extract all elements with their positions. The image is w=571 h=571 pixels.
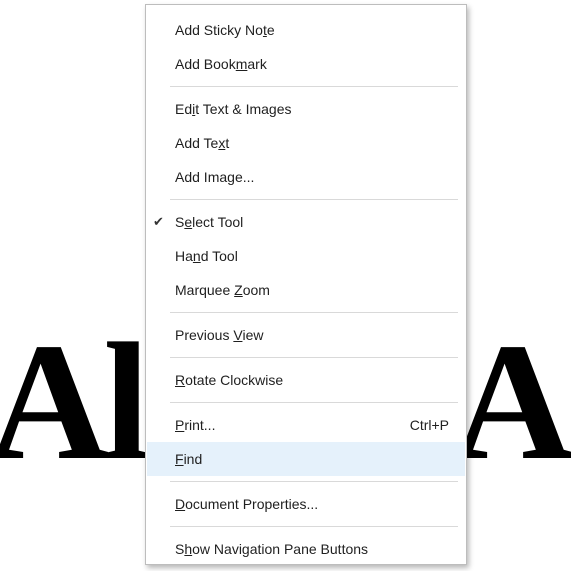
menu-item-label: Hand Tool (175, 248, 238, 264)
menu-item-label-text: iew (242, 327, 264, 343)
menu-item-previous-view[interactable]: Previous View (147, 318, 465, 352)
menu-item-label: Add Image... (175, 169, 254, 185)
menu-item-label-text: ind (183, 451, 203, 467)
menu-item-rotate-clockwise[interactable]: Rotate Clockwise (147, 363, 465, 397)
keyboard-shortcut: Ctrl+P (409, 417, 449, 433)
menu-item-label-text: ocument Properties... (185, 496, 319, 512)
menu-item-add-sticky-note[interactable]: Add Sticky Note (147, 13, 465, 47)
menu-item-label-text: d Tool (200, 248, 238, 264)
menu-separator (170, 312, 458, 313)
menu-item-label-text: Add Te (175, 135, 219, 151)
menu-item-label-text: Add Ima (175, 169, 228, 185)
menu-item-select-tool[interactable]: ✔ Select Tool (147, 205, 465, 239)
access-key: R (175, 372, 186, 388)
menu-item-label-text: rint... (184, 417, 216, 433)
menu-separator (170, 402, 458, 403)
menu-item-find[interactable]: Find (147, 442, 465, 476)
menu-item-label-text: S (175, 541, 185, 557)
menu-item-print[interactable]: Print... Ctrl+P (147, 408, 465, 442)
menu-item-marquee-zoom[interactable]: Marquee Zoom (147, 273, 465, 307)
menu-item-label-text: Add Sticky No (175, 22, 263, 38)
menu-item-label: Rotate Clockwise (175, 372, 283, 388)
menu-item-label: Select Tool (175, 214, 243, 230)
menu-item-label: Print... (175, 417, 215, 433)
menu-item-label-text: e (266, 22, 275, 38)
menu-item-label: Add Sticky Note (175, 22, 275, 38)
menu-item-label: Edit Text & Images (175, 101, 291, 117)
menu-item-label-text: t Text & Images (195, 101, 292, 117)
menu-item-edit-text-images[interactable]: Edit Text & Images (147, 92, 465, 126)
menu-item-add-text[interactable]: Add Text (147, 126, 465, 160)
menu-item-label: Add Bookmark (175, 56, 267, 72)
menu-item-hand-tool[interactable]: Hand Tool (147, 239, 465, 273)
menu-item-add-bookmark[interactable]: Add Bookmark (147, 47, 465, 81)
access-key: g (227, 169, 235, 185)
menu-separator (170, 86, 458, 87)
access-key: P (175, 417, 185, 433)
document-text-right: A (452, 309, 571, 495)
menu-separator (170, 481, 458, 482)
menu-item-label: Marquee Zoom (175, 282, 270, 298)
access-key: e (184, 214, 193, 230)
access-key: n (192, 248, 201, 264)
menu-item-label-text: Marquee (175, 282, 235, 298)
pdf-viewer-canvas: Al A Add Sticky Note Add Bookmark Edit Tex… (0, 0, 571, 571)
menu-item-label-text: t (225, 135, 230, 151)
menu-item-label-text: S (175, 214, 185, 230)
menu-item-label-text: oom (242, 282, 270, 298)
menu-item-label-text: ark (247, 56, 267, 72)
access-key: m (235, 56, 248, 72)
access-key: D (175, 496, 186, 512)
menu-separator (170, 199, 458, 200)
menu-item-show-navigation-pane-buttons[interactable]: Show Navigation Pane Buttons (147, 532, 465, 566)
access-key: h (184, 541, 193, 557)
menu-item-label: Add Text (175, 135, 229, 151)
menu-item-label: Find (175, 451, 202, 467)
menu-item-document-properties[interactable]: Document Properties... (147, 487, 465, 521)
menu-item-label-text: Ed (175, 101, 193, 117)
menu-item-label-text: Ha (175, 248, 193, 264)
menu-item-add-image[interactable]: Add Image... (147, 160, 465, 194)
menu-separator (170, 357, 458, 358)
menu-item-label: Document Properties... (175, 496, 318, 512)
menu-item-label: Show Navigation Pane Buttons (175, 541, 368, 557)
menu-item-label-text: lect Tool (192, 214, 244, 230)
menu-item-label-text: ow Navigation Pane Buttons (192, 541, 369, 557)
context-menu: Add Sticky Note Add Bookmark Edit Text & I… (145, 4, 467, 565)
menu-item-label: Previous View (175, 327, 263, 343)
access-key: Z (234, 282, 243, 298)
access-key: F (175, 451, 184, 467)
menu-item-label-text: Add Book (175, 56, 236, 72)
document-text-left: Al (0, 309, 150, 495)
checkmark-icon: ✔ (153, 214, 164, 229)
menu-item-label-text: e... (234, 169, 255, 185)
menu-item-label-text: Previous (175, 327, 234, 343)
menu-item-label-text: otate Clockwise (185, 372, 284, 388)
menu-separator (170, 526, 458, 527)
